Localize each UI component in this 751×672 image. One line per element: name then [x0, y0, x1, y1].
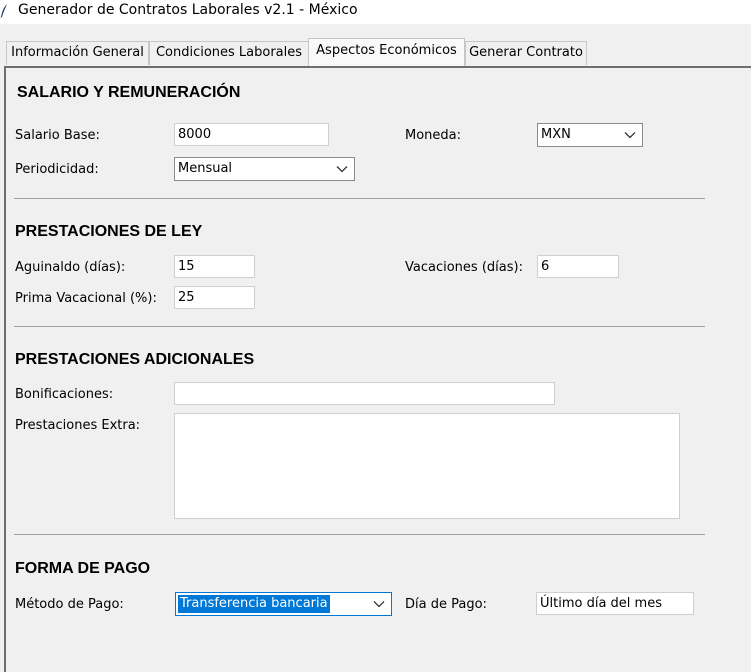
separator [14, 534, 705, 535]
periodicidad-label: Periodicidad: [15, 162, 99, 177]
chevron-down-icon [624, 132, 636, 139]
prima-vacacional-input[interactable]: 25 [174, 286, 255, 309]
tab-condiciones-laborales[interactable]: Condiciones Laborales [149, 41, 309, 65]
metodo-pago-value: Transferencia bancaria [178, 595, 330, 613]
aspectos-economicos-panel: SALARIO Y REMUNERACIÓN Salario Base: 800… [4, 66, 751, 672]
separator [14, 326, 705, 327]
periodicidad-select[interactable]: Mensual [174, 157, 355, 181]
chevron-down-icon [373, 601, 385, 608]
aguinaldo-input[interactable]: 15 [174, 255, 255, 278]
salario-base-input[interactable]: 8000 [174, 123, 329, 146]
title-bar: Generador de Contratos Laborales v2.1 - … [0, 0, 751, 24]
dia-pago-input[interactable]: Último día del mes [536, 592, 694, 615]
dia-pago-label: Día de Pago: [405, 597, 487, 612]
prestaciones-extra-textarea[interactable] [174, 413, 680, 519]
window-title: Generador de Contratos Laborales v2.1 - … [18, 2, 358, 18]
tab-informacion-general[interactable]: Información General [6, 41, 149, 65]
moneda-value: MXN [541, 127, 571, 142]
app-feather-icon [0, 4, 7, 18]
separator [14, 198, 705, 199]
bonificaciones-input[interactable] [174, 382, 555, 405]
periodicidad-value: Mensual [178, 161, 233, 176]
section-title-prestaciones-adicionales: PRESTACIONES ADICIONALES [15, 351, 255, 368]
vacaciones-input[interactable]: 6 [537, 255, 619, 278]
tab-bar: Información General Condiciones Laborale… [0, 38, 751, 66]
section-title-prestaciones-ley: PRESTACIONES DE LEY [15, 223, 203, 240]
aguinaldo-label: Aguinaldo (días): [15, 260, 126, 275]
salario-base-label: Salario Base: [15, 128, 100, 143]
prestaciones-extra-label: Prestaciones Extra: [15, 418, 141, 433]
metodo-pago-select[interactable]: Transferencia bancaria [175, 592, 392, 616]
tab-aspectos-economicos[interactable]: Aspectos Económicos [308, 38, 465, 66]
prima-vacacional-label: Prima Vacacional (%): [15, 291, 157, 306]
vacaciones-label: Vacaciones (días): [405, 260, 523, 275]
bonificaciones-label: Bonificaciones: [15, 387, 114, 402]
section-title-forma-pago: FORMA DE PAGO [15, 560, 151, 577]
moneda-select[interactable]: MXN [537, 123, 643, 147]
chevron-down-icon [336, 166, 348, 173]
metodo-pago-label: Método de Pago: [15, 597, 124, 612]
moneda-label: Moneda: [405, 128, 462, 143]
section-title-salario: SALARIO Y REMUNERACIÓN [17, 84, 241, 101]
tab-generar-contrato[interactable]: Generar Contrato [465, 41, 587, 65]
